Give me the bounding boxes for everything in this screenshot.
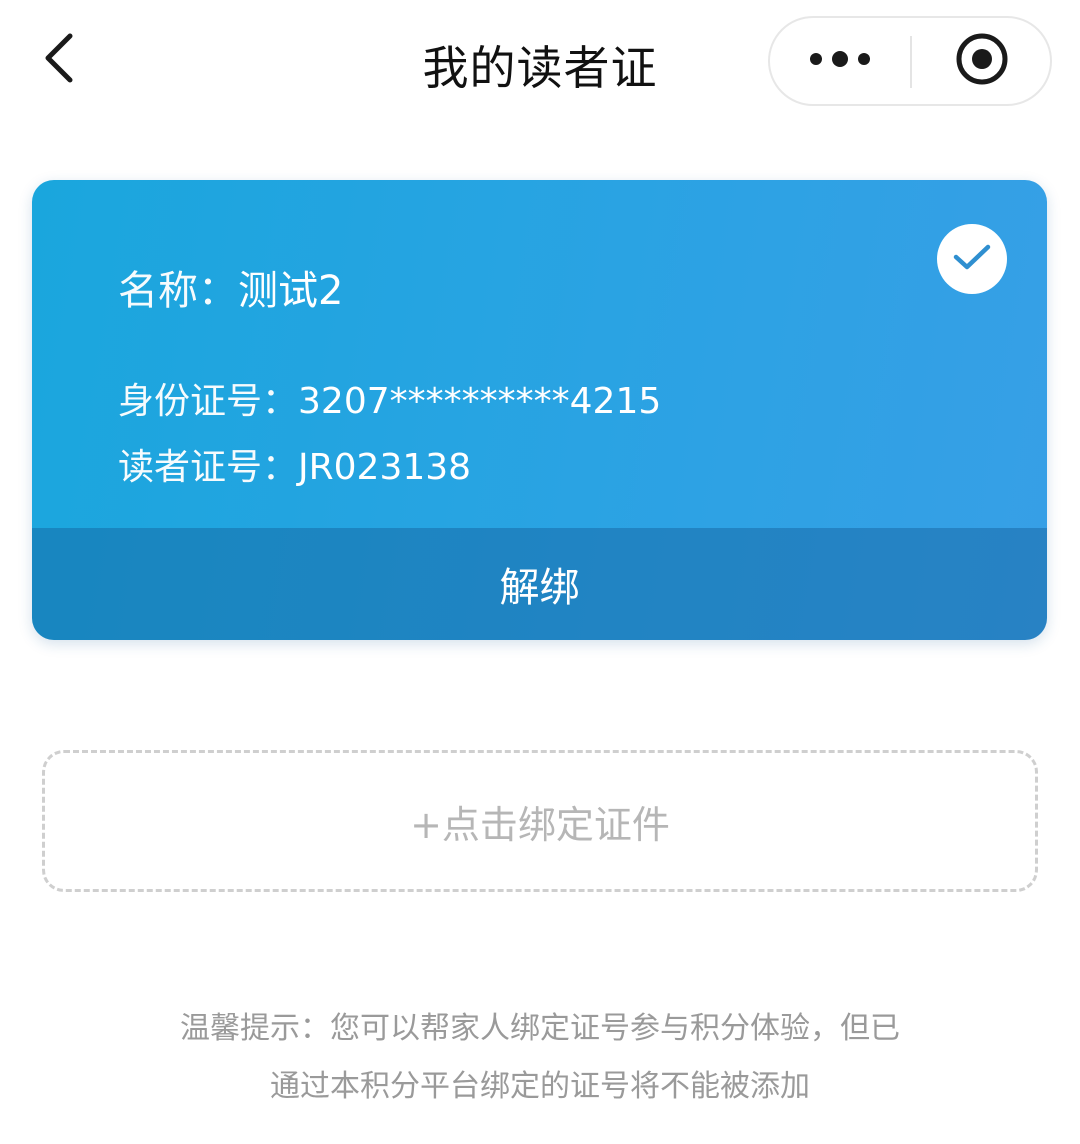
mini-program-capsule: [768, 16, 1052, 106]
name-label: 名称：: [118, 268, 238, 314]
id-value: 3207**********4215: [298, 381, 662, 422]
card-reader-row: 读者证号：JR023138: [118, 438, 471, 490]
more-dots-icon: [808, 49, 872, 73]
check-icon: [952, 242, 992, 276]
back-button[interactable]: [28, 28, 92, 92]
chevron-left-icon: [40, 32, 80, 88]
tip-line-2: 通过本积分平台绑定的证号将不能被添加: [270, 1069, 810, 1104]
name-value: 测试2: [238, 268, 344, 314]
target-close-icon: [954, 31, 1010, 91]
reader-label: 读者证号：: [118, 447, 299, 488]
id-label: 身份证号：: [118, 381, 299, 422]
selected-check-button[interactable]: [937, 224, 1007, 294]
more-button[interactable]: [770, 18, 910, 104]
card-id-row: 身份证号：3207**********4215: [118, 372, 661, 424]
reader-value: JR023138: [298, 447, 472, 488]
tip-text: 温馨提示：您可以帮家人绑定证号参与积分体验，但已 通过本积分平台绑定的证号将不能…: [0, 1000, 1080, 1116]
close-button[interactable]: [912, 18, 1052, 104]
bind-card-button[interactable]: +点击绑定证件: [42, 750, 1038, 892]
navigation-bar: 我的读者证: [0, 0, 1080, 128]
reader-card[interactable]: 名称：测试2 身份证号：3207**********4215 读者证号：JR02…: [32, 180, 1047, 640]
unbind-button[interactable]: 解绑: [32, 528, 1047, 640]
tip-line-1: 温馨提示：您可以帮家人绑定证号参与积分体验，但已: [180, 1011, 900, 1046]
card-name-row: 名称：测试2: [118, 258, 343, 316]
